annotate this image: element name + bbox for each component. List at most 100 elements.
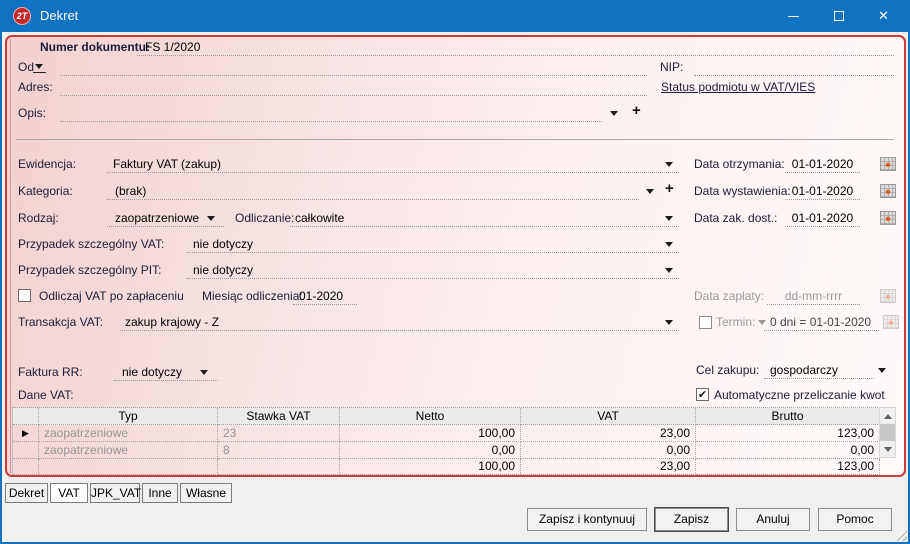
scroll-down-button[interactable]	[880, 441, 895, 457]
minimize-icon	[788, 15, 799, 17]
od-label: Od	[18, 60, 35, 74]
kategoria-add-button[interactable]: +	[665, 181, 674, 197]
termin-calendar-icon	[883, 315, 899, 329]
przypadek-pit-dropdown-icon[interactable]	[665, 268, 673, 273]
vat-table-corner-cell	[13, 408, 39, 425]
miesiac-odliczenia-field[interactable]: 01-2020	[293, 288, 357, 305]
data-wystawienia-label: Data wystawienia:	[694, 184, 791, 198]
opis-dropdown-icon[interactable]	[610, 111, 618, 116]
dane-vat-label: Dane VAT:	[18, 388, 74, 402]
kategoria-select[interactable]: (brak)	[107, 183, 639, 200]
save-button[interactable]: Zapisz	[655, 508, 728, 531]
dekret-window: 2T Dekret ✕ Numer dokumentu: FS 1/2020 O…	[0, 0, 910, 544]
faktura-rr-dropdown-icon[interactable]	[200, 370, 208, 375]
tab-wlasne[interactable]: Własne	[180, 483, 232, 503]
ewidencja-select[interactable]: Faktury VAT (zakup)	[107, 156, 679, 173]
kategoria-dropdown-icon[interactable]	[646, 189, 654, 194]
cell-netto[interactable]: 100,00	[340, 425, 521, 442]
data-otrzymania-field[interactable]: 01-01-2020	[785, 156, 860, 173]
termin-dni-value: 0 dni =	[770, 315, 807, 329]
data-zak-dost-label: Data zak. dost.:	[694, 211, 778, 225]
cell-brutto[interactable]: 0,00	[696, 442, 880, 459]
total-brutto: 123,00	[696, 459, 880, 475]
cell-vat[interactable]: 0,00	[521, 442, 696, 459]
opis-label: Opis:	[18, 106, 47, 120]
data-wystawienia-field[interactable]: 01-01-2020	[785, 183, 860, 200]
titlebar: 2T Dekret ✕	[2, 0, 908, 32]
nip-field[interactable]	[694, 59, 894, 76]
data-zak-dost-calendar-icon[interactable]	[880, 211, 896, 225]
przypadek-pit-select[interactable]: nie dotyczy	[187, 262, 679, 279]
vat-table: Typ Stawka VAT Netto VAT Brutto ▶ zaopat…	[12, 407, 880, 475]
vat-table-header-netto: Netto	[340, 408, 521, 425]
app-logo-icon: 2T	[13, 7, 31, 25]
przypadek-vat-dropdown-icon[interactable]	[665, 242, 673, 247]
rodzaj-dropdown-icon[interactable]	[207, 216, 215, 221]
data-zak-dost-field[interactable]: 01-01-2020	[785, 210, 860, 227]
kategoria-label: Kategoria:	[18, 184, 73, 198]
data-zaplaty-label: Data zapłaty:	[694, 289, 765, 303]
cell-vat[interactable]: 23,00	[521, 425, 696, 442]
cel-zakupu-select[interactable]: gospodarczy	[764, 362, 874, 379]
odliczanie-select[interactable]: całkowite	[290, 210, 679, 227]
odliczaj-vat-label: Odliczaj VAT po zapłaceniu	[39, 289, 184, 303]
scrollbar-thumb[interactable]	[880, 424, 895, 441]
total-netto: 100,00	[340, 459, 521, 475]
cancel-button[interactable]: Anuluj	[736, 508, 810, 531]
vat-table-scrollbar[interactable]	[879, 407, 896, 458]
transakcja-vat-dropdown-icon[interactable]	[665, 320, 673, 325]
cell-brutto[interactable]: 123,00	[696, 425, 880, 442]
save-and-continue-button[interactable]: Zapisz i kontynuuj	[527, 508, 647, 531]
data-otrzymania-calendar-icon[interactable]	[880, 157, 896, 171]
tab-dekret[interactable]: Dekret	[5, 483, 48, 503]
termin-date-value: 01-01-2020	[809, 315, 872, 329]
close-button[interactable]: ✕	[861, 0, 906, 32]
rodzaj-label: Rodzaj:	[18, 211, 59, 225]
odliczanie-label: Odliczanie:	[235, 211, 295, 225]
total-stawka-cell	[218, 459, 340, 475]
vat-table-header-vat: VAT	[521, 408, 696, 425]
przypadek-vat-select[interactable]: nie dotyczy	[187, 236, 679, 253]
numer-dokumentu-label: Numer dokumentu:	[40, 40, 151, 54]
termin-field: 0 dni = 01-01-2020	[764, 314, 879, 331]
opis-field[interactable]	[60, 105, 602, 122]
section-divider	[16, 139, 894, 140]
close-icon: ✕	[878, 8, 889, 23]
termin-label: Termin:	[716, 315, 756, 329]
numer-dokumentu-field[interactable]: FS 1/2020	[137, 39, 894, 56]
vat-table-header-typ: Typ	[39, 408, 218, 425]
cel-zakupu-dropdown-icon[interactable]	[878, 368, 886, 373]
tab-vat[interactable]: VAT	[50, 483, 88, 503]
resize-grip[interactable]	[894, 528, 907, 541]
ewidencja-dropdown-icon[interactable]	[665, 162, 673, 167]
vat-table-header-brutto: Brutto	[696, 408, 880, 425]
help-button[interactable]: Pomoc	[818, 508, 892, 531]
total-vat: 23,00	[521, 459, 696, 475]
od-field[interactable]	[60, 59, 647, 76]
adres-label: Adres:	[18, 80, 53, 94]
nip-label: NIP:	[660, 60, 684, 74]
cell-netto[interactable]: 0,00	[340, 442, 521, 459]
transakcja-vat-label: Transakcja VAT:	[18, 315, 104, 329]
przypadek-pit-label: Przypadek szczególny PIT:	[18, 263, 162, 277]
odliczaj-vat-checkbox[interactable]	[18, 289, 31, 302]
minimize-button[interactable]	[771, 0, 816, 32]
vat-vies-status-link[interactable]: Status podmiotu w VAT/VIES	[661, 79, 815, 95]
scroll-up-button[interactable]	[880, 408, 895, 424]
tab-jpk-vat[interactable]: JPK_VAT	[90, 483, 141, 503]
transakcja-vat-select[interactable]: zakup krajowy - Z	[120, 314, 679, 331]
odliczanie-dropdown-icon[interactable]	[665, 216, 673, 221]
miesiac-odliczenia-label: Miesiąc odliczenia:	[202, 289, 303, 303]
adres-field[interactable]	[60, 79, 647, 96]
maximize-button[interactable]	[816, 0, 861, 32]
faktura-rr-label: Faktura RR:	[18, 365, 83, 379]
od-dropdown-icon[interactable]	[33, 60, 46, 73]
total-row-marker-cell	[13, 459, 39, 475]
cel-zakupu-label: Cel zakupu:	[696, 363, 760, 377]
opis-add-button[interactable]: +	[632, 103, 641, 119]
auto-przeliczanie-checkbox[interactable]: ✔	[696, 388, 709, 401]
tab-inne[interactable]: Inne	[142, 483, 178, 503]
termin-checkbox[interactable]	[699, 316, 712, 329]
data-wystawienia-calendar-icon[interactable]	[880, 184, 896, 198]
przypadek-vat-label: Przypadek szczególny VAT:	[18, 237, 165, 251]
